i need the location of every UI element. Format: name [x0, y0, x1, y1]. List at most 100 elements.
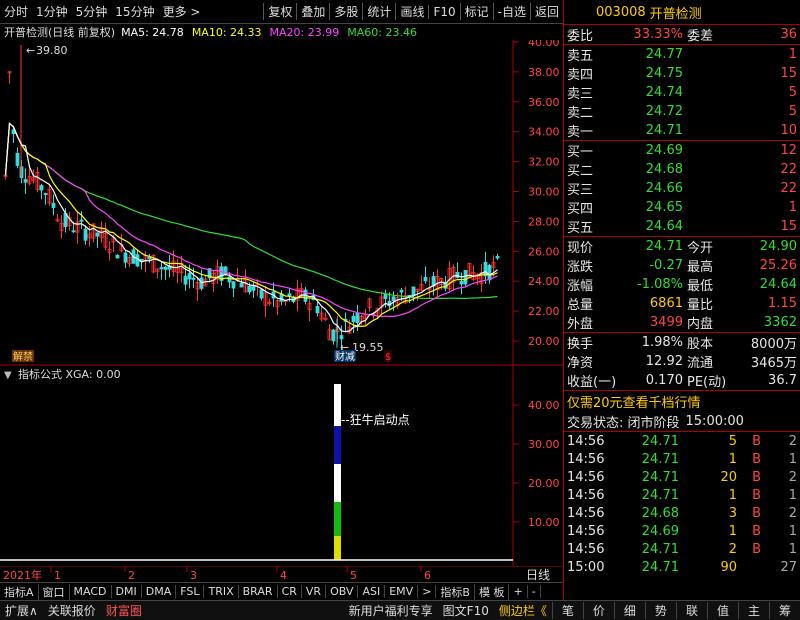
indicator-tab-9[interactable]: VR [302, 585, 327, 598]
side-panel-tab-2[interactable]: 细 [613, 602, 645, 619]
bid-row: 买二 24.68 22 [564, 160, 800, 179]
expand-button[interactable]: 扩展∧ [0, 602, 43, 619]
indicator-title: 指标公式 XGA: 0.00 [18, 367, 121, 381]
level2-promo[interactable]: 仅需20元查看千档行情 [567, 392, 701, 411]
stat-label: 最低 [687, 279, 714, 294]
new-user-promo-link[interactable]: 新用户福利专享 [344, 602, 438, 619]
side-panel-tab-7[interactable]: 筹 [768, 602, 800, 619]
tick-volume: 20 [720, 469, 737, 485]
period-tab-4[interactable]: 更多 > [159, 3, 205, 20]
bid-price: 24.64 [645, 219, 683, 234]
weibi-label: 委比 [567, 29, 594, 44]
side-panel-tab-3[interactable]: 势 [644, 602, 676, 619]
side-panel-tab-5[interactable]: 值 [706, 602, 738, 619]
indicator-tab-3[interactable]: DMI [112, 585, 142, 598]
indicator-tab-4[interactable]: DMA [142, 585, 177, 598]
bid-row: 买三 24.66 22 [564, 179, 800, 198]
y-tick-label: 26.00 [528, 245, 560, 258]
toolbar-button-2[interactable]: 多股 [329, 3, 362, 20]
indicator-tabs: 指标A 窗口 MACD DMI DMA FSL TRIX BRAR CR VR OBV ASI EMV >… [0, 582, 563, 600]
toolbar-button-0[interactable]: 复权 [263, 3, 296, 20]
candle-body [231, 281, 236, 289]
indicator-tab-7[interactable]: BRAR [239, 585, 278, 598]
stat-label: 流通 [687, 356, 714, 371]
ask-label: 卖四 [567, 68, 594, 83]
ask-label: 卖三 [567, 87, 594, 102]
period-tab-3[interactable]: 15分钟 [111, 3, 158, 20]
indicator-tab-6[interactable]: TRIX [204, 585, 239, 598]
candle-body [23, 179, 28, 183]
y-tick-label: 34.00 [528, 126, 560, 139]
indicator-tab-13[interactable]: > [418, 585, 437, 598]
side-panel-tab-4[interactable]: 联 [675, 602, 707, 619]
tick-time: 15:00 [567, 559, 605, 575]
stat-row: 净资 12.92 流通 3465万 [564, 352, 800, 371]
toolbar-button-1[interactable]: 叠加 [296, 3, 329, 20]
event-label-reduce[interactable]: 财减 [335, 350, 355, 363]
y-tick-label: 36.00 [528, 96, 560, 109]
toolbar-button-8[interactable]: 返回 [529, 3, 563, 20]
toolbar-button-3[interactable]: 统计 [362, 3, 395, 20]
tick-price: 24.71 [641, 433, 679, 449]
tick-direction: B [752, 541, 761, 557]
stat-value: 1.98% [641, 335, 683, 350]
sidebar-toggle[interactable]: 侧边栏《 [494, 602, 552, 619]
indicator-tab-14[interactable]: 指标B [436, 583, 475, 600]
toolbar-button-4[interactable]: 画线 [395, 3, 428, 20]
indicator-tab-5[interactable]: FSL [176, 585, 205, 598]
indicator-tab-10[interactable]: OBV [326, 585, 359, 598]
toolbar-button-7[interactable]: -自选 [492, 3, 530, 20]
tick-direction: B [752, 523, 761, 539]
ma-legend-item: MA10: 24.33 [191, 25, 262, 39]
stat-label: 内盘 [687, 317, 714, 332]
event-label-unlock[interactable]: 解禁 [13, 350, 33, 363]
x-tick-label: 5 [350, 569, 357, 582]
related-quotes-button[interactable]: 关联报价 [43, 602, 101, 619]
promo-row[interactable]: 仅需20元查看千档行情 [564, 391, 800, 411]
tick-volume: 1 [728, 487, 737, 503]
indicator-tab-12[interactable]: EMV [385, 585, 419, 598]
candle-body [351, 315, 356, 323]
ask-price: 24.71 [645, 123, 683, 138]
period-tab-2[interactable]: 5分钟 [72, 3, 112, 20]
indicator-tab-16[interactable]: + [509, 585, 528, 598]
tick-direction: B [752, 451, 761, 467]
side-panel-tab-1[interactable]: 价 [582, 602, 614, 619]
f10-button[interactable]: 图文F10 [438, 602, 494, 619]
indicator-tab-11[interactable]: ASI [358, 585, 386, 598]
bid-volume: 1 [788, 200, 797, 215]
indicator-tab-17[interactable]: - [528, 585, 541, 598]
indicator-tab-15[interactable]: 模 板 [475, 583, 510, 600]
indicator-tab-0[interactable]: 指标A [0, 583, 39, 600]
indicator-tab-2[interactable]: MACD [70, 585, 112, 598]
bid-label: 买一 [567, 145, 594, 160]
tick-direction: B [752, 469, 761, 485]
indicator-tab-8[interactable]: CR [278, 585, 302, 598]
tick-price: 24.68 [641, 505, 679, 521]
tick-count: 2 [788, 469, 797, 485]
indicator-panel[interactable]: 指标公式 XGA: 0.00 ▼ 40.00 30.00 20.00 10.00 --… [0, 366, 563, 566]
toolbar-button-6[interactable]: 标记 [459, 3, 493, 20]
tick-direction: B [752, 433, 761, 449]
y-tick-label: 22.00 [528, 305, 560, 318]
candle-body [95, 232, 100, 237]
stat-value: 0.170 [645, 373, 683, 388]
candlestick-chart[interactable]: 40.00 38.00 36.00 34.00 32.00 30.00 28.00 26.00… [0, 40, 563, 366]
x-axis-period[interactable]: 日线 [526, 568, 550, 582]
weibi-value: 33.33% [633, 27, 683, 42]
side-panel-tab-6[interactable]: 主 [737, 602, 769, 619]
candle-body [315, 305, 320, 314]
wealth-circle-button[interactable]: 财富圈 [101, 602, 147, 619]
tick-count: 1 [788, 451, 797, 467]
weibi-row: 委比 33.33% 委差 36 [564, 25, 800, 44]
stock-code: 003008 [596, 4, 646, 20]
period-tab-1[interactable]: 1分钟 [32, 3, 72, 20]
candle-body [411, 286, 416, 296]
candle-body [15, 152, 20, 166]
side-panel-tab-0[interactable]: 笔 [551, 602, 583, 619]
toolbar-button-5[interactable]: F10 [428, 4, 459, 19]
y-tick-label: 20.00 [528, 335, 560, 348]
period-tab-0[interactable]: 分时 [0, 3, 32, 20]
y-tick-label: 30.00 [528, 186, 560, 199]
indicator-tab-1[interactable]: 窗口 [39, 583, 70, 600]
